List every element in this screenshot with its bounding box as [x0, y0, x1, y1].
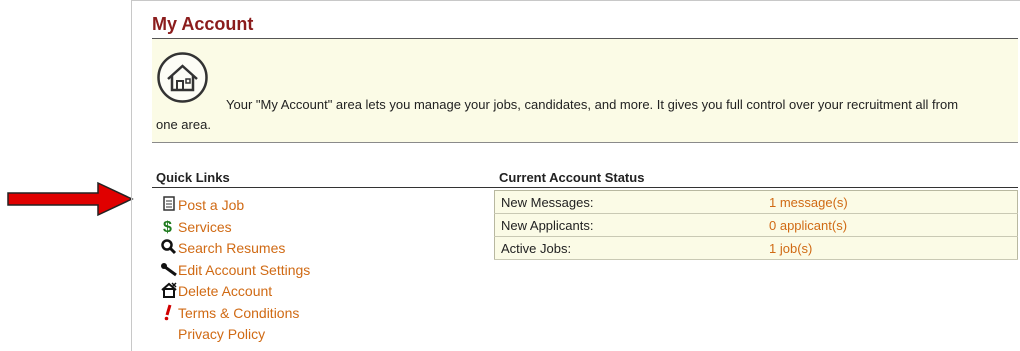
page-title: My Account — [152, 14, 254, 34]
active-jobs-link[interactable]: 1 job(s) — [769, 236, 1018, 260]
status-label: Active Jobs: — [494, 236, 769, 260]
quick-link-privacy[interactable]: Privacy Policy — [160, 324, 310, 346]
table-row: Active Jobs: 1 job(s) — [494, 236, 1018, 260]
table-row: New Applicants: 0 applicant(s) — [494, 213, 1018, 237]
intro-panel: Your "My Account" area lets you manage y… — [152, 39, 1018, 143]
intro-text: Your "My Account" area lets you manage y… — [156, 97, 959, 132]
quick-link-services[interactable]: $ Services — [160, 217, 310, 239]
privacy-policy-link[interactable]: Privacy Policy — [178, 326, 265, 342]
account-status-table: New Messages: 1 message(s) New Applicant… — [494, 190, 1018, 260]
quick-link-edit-settings[interactable]: Edit Account Settings — [160, 260, 310, 282]
search-resumes-link[interactable]: Search Resumes — [178, 240, 285, 256]
quick-links-list: Post a Job $ Services Search Resumes Edi… — [160, 195, 310, 346]
edit-account-settings-link[interactable]: Edit Account Settings — [178, 262, 310, 278]
red-arrow-annotation — [7, 181, 134, 217]
svg-text:$: $ — [163, 219, 172, 235]
wrench-icon — [160, 260, 178, 278]
post-job-link[interactable]: Post a Job — [178, 197, 244, 213]
account-status-divider — [494, 187, 1018, 188]
terms-conditions-link[interactable]: Terms & Conditions — [178, 305, 299, 321]
document-icon — [160, 195, 178, 213]
dollar-icon: $ — [160, 217, 178, 236]
quick-links-title: Quick Links — [156, 170, 230, 185]
house-delete-icon — [160, 281, 178, 299]
quick-links-divider — [152, 187, 494, 188]
messages-link[interactable]: 1 message(s) — [769, 190, 1018, 214]
quick-link-search-resumes[interactable]: Search Resumes — [160, 238, 310, 260]
status-label: New Applicants: — [494, 213, 769, 237]
account-status-title: Current Account Status — [499, 170, 645, 185]
services-link[interactable]: Services — [178, 219, 232, 235]
quick-link-delete-account[interactable]: Delete Account — [160, 281, 310, 303]
delete-account-link[interactable]: Delete Account — [178, 283, 272, 299]
quick-link-terms[interactable]: Terms & Conditions — [160, 303, 310, 325]
status-label: New Messages: — [494, 190, 769, 214]
exclamation-icon — [160, 303, 178, 321]
quick-link-post-job[interactable]: Post a Job — [160, 195, 310, 217]
applicants-link[interactable]: 0 applicant(s) — [769, 213, 1018, 237]
table-row: New Messages: 1 message(s) — [494, 190, 1018, 214]
magnifier-icon — [160, 238, 178, 256]
